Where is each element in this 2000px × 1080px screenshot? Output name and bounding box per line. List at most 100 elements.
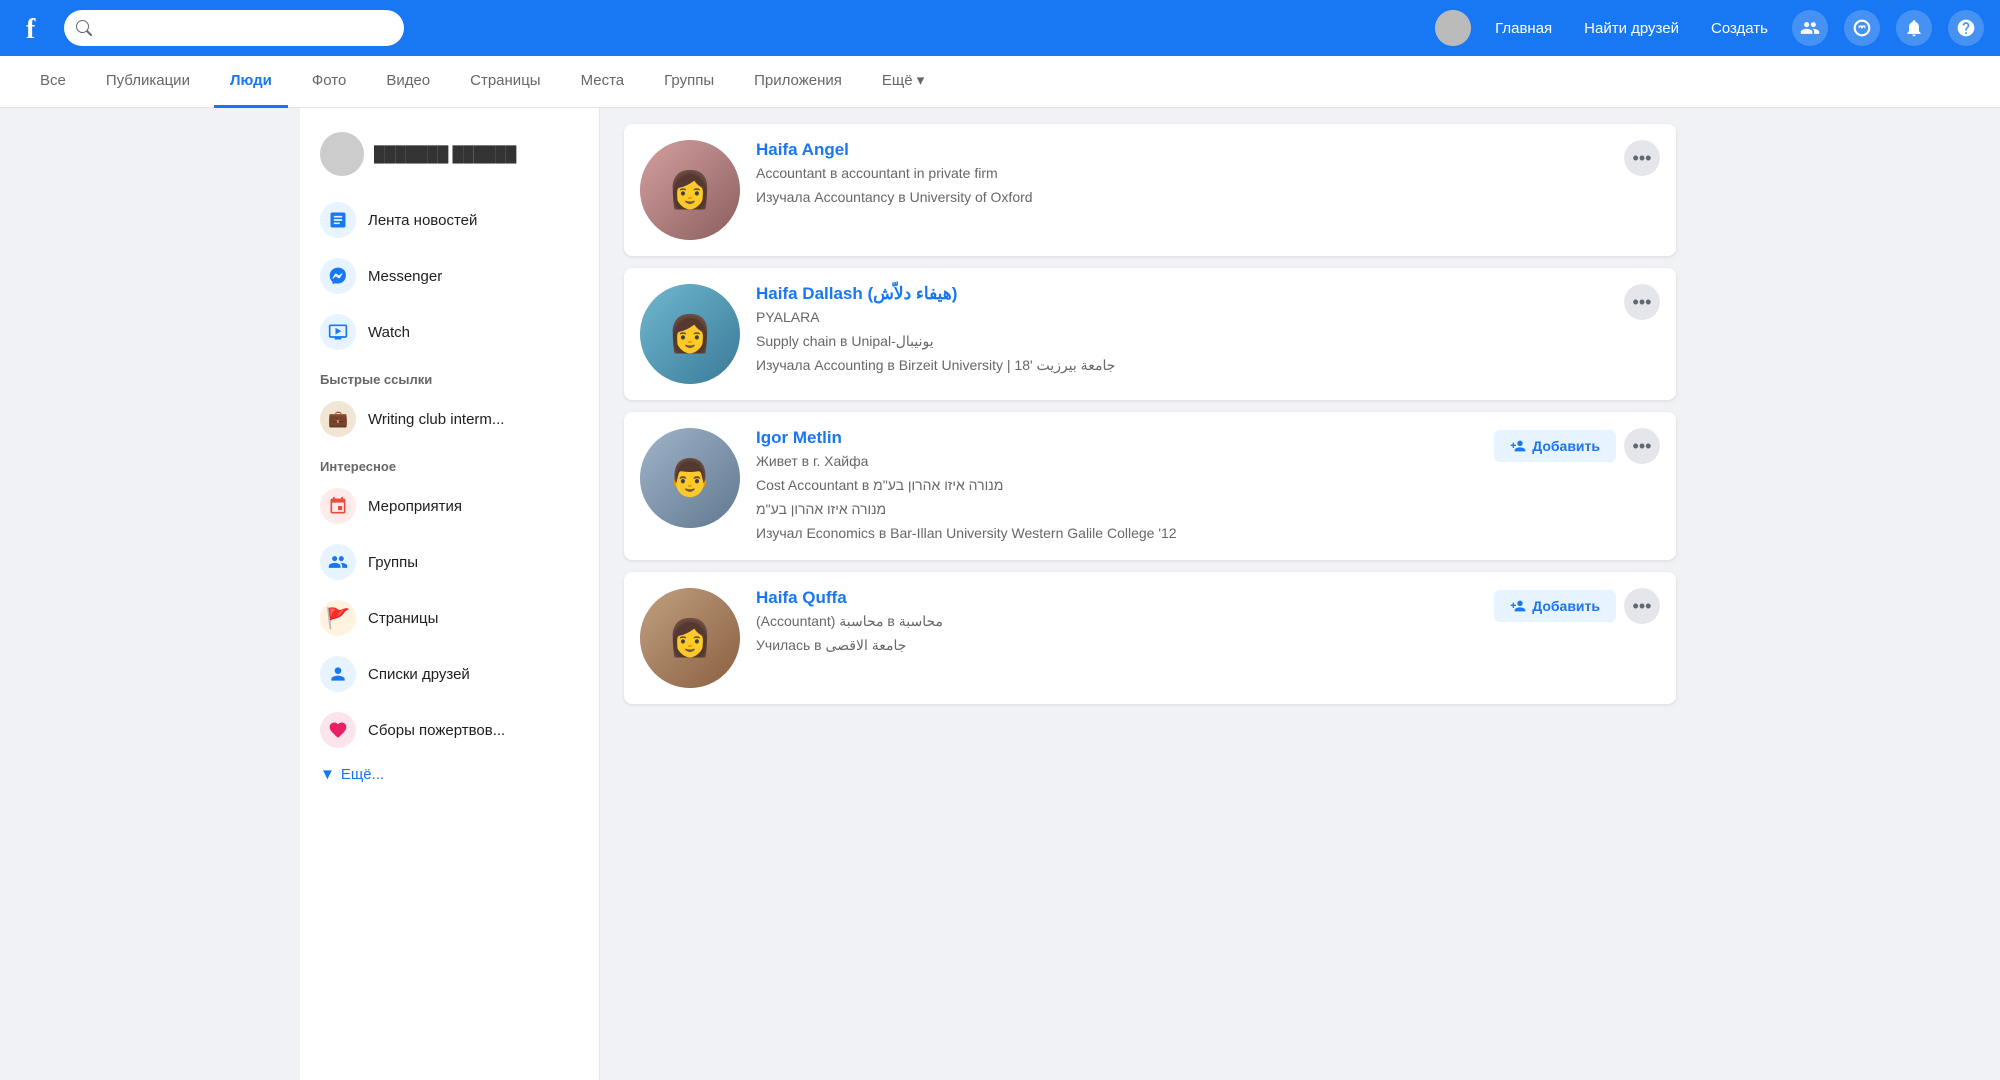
sidebar-item-pages[interactable]: 🚩 Страницы (308, 590, 591, 646)
tab-all[interactable]: Все (24, 56, 82, 108)
nav-right: Главная Найти друзей Создать (1435, 10, 1984, 46)
sidebar-item-friends-list[interactable]: Списки друзей (308, 646, 591, 702)
sidebar-label-writing: Writing club interm... (368, 411, 504, 428)
result-more-button[interactable]: ••• (1624, 428, 1660, 464)
sidebar-more-label: Ещё... (341, 766, 384, 783)
tab-people[interactable]: Люди (214, 56, 288, 108)
result-detail-0: Живет в г. Хайфа (756, 451, 1478, 472)
result-detail-2: Изучала Accounting в Birzeit University … (756, 355, 1608, 376)
result-detail-0: PYALARA (756, 307, 1608, 328)
more-dots-icon: ••• (1633, 436, 1652, 457)
result-name[interactable]: Haifa Angel (756, 140, 849, 159)
chevron-down-icon: ▼ (320, 766, 335, 783)
add-person-icon (1510, 598, 1526, 614)
more-dots-icon: ••• (1633, 292, 1652, 313)
result-name[interactable]: Igor Metlin (756, 428, 842, 447)
result-name[interactable]: Haifa Quffa (756, 588, 847, 607)
more-dots-icon: ••• (1633, 596, 1652, 617)
tab-apps[interactable]: Приложения (738, 56, 858, 108)
result-info: Haifa Angel Accountant в accountant in p… (756, 140, 1608, 208)
sidebar-user-name: ███████ ██████ (374, 146, 516, 163)
result-avatar[interactable]: 👩 (640, 588, 740, 688)
result-detail-1: Изучала Accountancy в University of Oxfo… (756, 187, 1608, 208)
add-friend-button[interactable]: Добавить (1494, 430, 1616, 462)
result-more-button[interactable]: ••• (1624, 140, 1660, 176)
nav-create[interactable]: Создать (1703, 12, 1776, 45)
result-name[interactable]: Haifa Dallash (هيفاء دلاّش) (756, 284, 957, 303)
tab-places[interactable]: Места (565, 56, 641, 108)
result-card: 👩 Haifa Angel Accountant в accountant in… (624, 124, 1676, 256)
user-avatar[interactable] (1435, 10, 1471, 46)
filter-tabs: Все Публикации Люди Фото Видео Страницы … (0, 56, 2000, 108)
result-detail-1: Cost Accountant в מנורה איזו אהרון בע"מ (756, 475, 1478, 496)
result-detail-1: Supply chain в Unipal-يونيبال (756, 331, 1608, 352)
nav-find-friends[interactable]: Найти друзей (1576, 12, 1687, 45)
sidebar-label-pages: Страницы (368, 610, 438, 627)
main-layout: ███████ ██████ Лента новостей Messenger … (300, 108, 1700, 1080)
notifications-icon[interactable] (1896, 10, 1932, 46)
search-results: 👩 Haifa Angel Accountant в accountant in… (600, 108, 1700, 1080)
sidebar-label-messenger: Messenger (368, 268, 442, 285)
add-button-label: Добавить (1532, 598, 1600, 614)
add-friend-button[interactable]: Добавить (1494, 590, 1616, 622)
search-icon (76, 20, 92, 36)
result-avatar[interactable]: 👩 (640, 140, 740, 240)
tab-videos[interactable]: Видео (370, 56, 446, 108)
sidebar-more[interactable]: ▼ Ещё... (308, 758, 591, 791)
top-navigation: f haifa accountant Главная Найти друзей … (0, 0, 2000, 56)
search-input[interactable]: haifa accountant (100, 20, 380, 37)
result-more-button[interactable]: ••• (1624, 284, 1660, 320)
sidebar-label-watch: Watch (368, 324, 410, 341)
events-icon (320, 488, 356, 524)
result-detail-2: מנורה איזו אהרון בע"מ (756, 499, 1478, 520)
sidebar-label-events: Мероприятия (368, 498, 462, 515)
tab-photos[interactable]: Фото (296, 56, 362, 108)
sidebar-label-fundraiser: Сборы пожертвов... (368, 722, 505, 739)
result-card: 👩 Haifa Quffa (Accountant) محاسبة в محاس… (624, 572, 1676, 704)
tab-more[interactable]: Ещё ▾ (866, 56, 940, 108)
sidebar-item-writing[interactable]: 💼 Writing club interm... (308, 391, 591, 447)
result-detail-0: (Accountant) محاسبة в محاسبة (756, 611, 1478, 632)
people-icon[interactable] (1792, 10, 1828, 46)
messenger-icon[interactable] (1844, 10, 1880, 46)
quick-links-title: Быстрые ссылки (308, 360, 591, 391)
result-avatar[interactable]: 👨 (640, 428, 740, 528)
sidebar-item-fundraiser[interactable]: Сборы пожертвов... (308, 702, 591, 758)
sidebar-user[interactable]: ███████ ██████ (308, 124, 591, 184)
friends-list-icon (320, 656, 356, 692)
tab-pages[interactable]: Страницы (454, 56, 556, 108)
messenger-sidebar-icon (320, 258, 356, 294)
result-actions: ••• (1624, 284, 1660, 320)
result-actions: Добавить ••• (1494, 428, 1660, 464)
writing-club-icon: 💼 (320, 401, 356, 437)
tab-groups[interactable]: Группы (648, 56, 730, 108)
result-detail-3: Изучал Economics в Bar-Illan University … (756, 523, 1478, 544)
nav-home[interactable]: Главная (1487, 12, 1560, 45)
tab-posts[interactable]: Публикации (90, 56, 206, 108)
sidebar-user-avatar (320, 132, 364, 176)
watch-sidebar-icon (320, 314, 356, 350)
help-icon[interactable] (1948, 10, 1984, 46)
search-box: haifa accountant (64, 10, 404, 46)
sidebar-label-friends-list: Списки друзей (368, 666, 470, 683)
result-info: Haifa Dallash (هيفاء دلاّش) PYALARA Supp… (756, 284, 1608, 376)
news-icon (320, 202, 356, 238)
add-button-label: Добавить (1532, 438, 1600, 454)
sidebar-label-news: Лента новостей (368, 212, 477, 229)
sidebar-item-events[interactable]: Мероприятия (308, 478, 591, 534)
sidebar-item-watch[interactable]: Watch (308, 304, 591, 360)
result-actions: ••• (1624, 140, 1660, 176)
sidebar-item-messenger[interactable]: Messenger (308, 248, 591, 304)
sidebar-item-groups[interactable]: Группы (308, 534, 591, 590)
result-info: Haifa Quffa (Accountant) محاسبة в محاسبة… (756, 588, 1478, 656)
facebook-logo-icon[interactable]: f (16, 8, 56, 48)
groups-icon (320, 544, 356, 580)
more-dots-icon: ••• (1633, 148, 1652, 169)
sidebar-label-groups: Группы (368, 554, 418, 571)
sidebar-item-news[interactable]: Лента новостей (308, 192, 591, 248)
svg-text:f: f (26, 14, 36, 45)
result-more-button[interactable]: ••• (1624, 588, 1660, 624)
sidebar: ███████ ██████ Лента новостей Messenger … (300, 108, 600, 1080)
result-avatar[interactable]: 👩 (640, 284, 740, 384)
add-person-icon (1510, 438, 1526, 454)
